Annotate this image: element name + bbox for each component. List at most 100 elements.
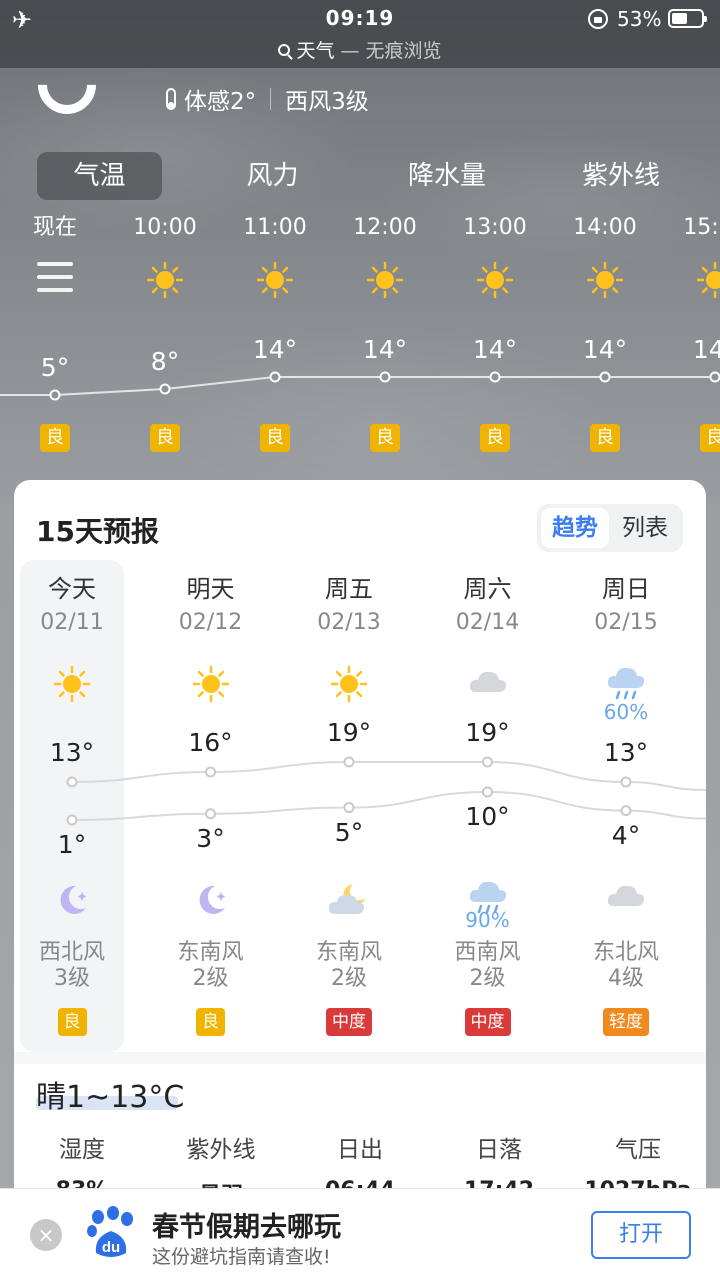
high-temp-point — [343, 756, 355, 768]
hour-column[interactable]: 12:00 14° 良 — [330, 210, 440, 452]
high-temp-point — [482, 756, 493, 768]
moon-cloud-icon — [284, 880, 414, 924]
hour-column[interactable]: 10:00 8° 良 — [110, 210, 220, 452]
aqi-badge: 良 — [196, 1008, 225, 1036]
hour-time: 12:00 — [353, 215, 417, 240]
aqi-badge: 良 — [590, 424, 620, 452]
day-column[interactable]: 周日 02/15 60% 13° 4° 东北风 4级 轻度 — [561, 572, 691, 1036]
address-bar[interactable]: 天气 — 无痕浏览 — [0, 36, 720, 63]
sun-icon — [146, 261, 184, 302]
aqi-badge-wrap: 轻度 — [561, 1008, 691, 1036]
stat-label: 气压 — [615, 1137, 661, 1163]
hour-temperature: 14° — [472, 335, 518, 364]
moon-star-icon — [146, 880, 276, 924]
tab-uv[interactable]: 紫外线 — [558, 152, 684, 200]
aqi-badge: 良 — [57, 1008, 87, 1036]
hour-temperature: 8° — [150, 347, 180, 376]
day-date: 02/15 — [594, 610, 658, 635]
baidu-logo: du — [87, 1206, 133, 1257]
wind-direction: 西南风 — [454, 940, 521, 965]
menu-icon — [37, 262, 73, 292]
aqi-badge: 良 — [700, 424, 720, 452]
low-temp: 10° — [465, 802, 510, 831]
sun-icon — [476, 261, 514, 302]
current-details: 体感2° 西风3级 — [166, 82, 369, 116]
day-date: 02/12 — [178, 610, 243, 635]
metric-tabs: 气温 风力 降水量 紫外线 — [0, 152, 720, 202]
thermometer-icon — [166, 88, 176, 110]
status-bar: ✈ 09:19 53% 天气 — 无痕浏览 — [0, 0, 720, 68]
day-name: 周五 — [325, 575, 373, 603]
hour-time: 11:00 — [243, 215, 307, 240]
aqi-badge: 良 — [260, 424, 290, 452]
hour-temperature: 14° — [362, 335, 408, 364]
wind-direction: 西北风 — [38, 940, 105, 965]
address-title: 天气 — [296, 40, 335, 62]
sun-icon — [7, 665, 137, 706]
close-icon[interactable]: × — [30, 1219, 62, 1251]
address-mode: — 无痕浏览 — [340, 40, 442, 62]
sun-icon — [696, 261, 720, 302]
tab-temperature[interactable]: 气温 — [37, 152, 162, 200]
wind-direction: 东北风 — [592, 940, 659, 965]
feels-like: 体感2° — [184, 89, 257, 115]
tab-wind[interactable]: 风力 — [210, 152, 335, 200]
hour-time: 15:00 — [683, 215, 720, 240]
aqi-badge-wrap: 良 — [146, 1008, 276, 1036]
high-temp: 13° — [603, 738, 649, 767]
day-name: 周六 — [463, 575, 512, 603]
hour-column[interactable]: 13:00 14° 良 — [440, 210, 550, 452]
high-temp: 13° — [49, 738, 95, 767]
forecast-title: 15天预报 — [36, 515, 159, 548]
cloud-icon — [561, 880, 691, 914]
ad-title: 春节假期去哪玩 — [152, 1212, 341, 1243]
hour-column[interactable]: 15:00 14° 良 — [660, 210, 720, 452]
section-divider — [14, 1052, 706, 1064]
search-icon — [278, 44, 291, 56]
cloud-icon — [423, 666, 553, 706]
day-column[interactable]: 今天 02/11 13° 1° 西北风 3级良 — [7, 572, 137, 1036]
day-name: 明天 — [186, 575, 235, 603]
open-button[interactable]: 打开 — [591, 1211, 691, 1259]
day-date: 02/14 — [455, 610, 520, 635]
low-temp-point — [205, 808, 216, 820]
day-summary: 晴1~13°C — [36, 1080, 185, 1115]
tab-precipitation[interactable]: 降水量 — [384, 152, 510, 200]
hour-column[interactable]: 11:00 14° 良 — [220, 210, 330, 452]
aqi-badge: 良 — [480, 424, 510, 452]
day-column[interactable]: 明天 02/12 16° 3° 东南风 2级良 — [146, 572, 276, 1036]
view-toggle: 趋势 列表 — [537, 504, 683, 552]
hour-column[interactable]: 14:00 14° 良 — [550, 210, 660, 452]
toggle-trend[interactable]: 趋势 — [541, 508, 609, 548]
aqi-badge: 良 — [370, 424, 400, 452]
high-temp-point — [205, 766, 216, 778]
stat-label: 日出 — [337, 1137, 383, 1163]
stat-label: 紫外线 — [186, 1137, 256, 1163]
hour-temperature: 14° — [582, 335, 628, 364]
day-column[interactable]: 周五 02/13 19° 5° 东南风 2级 中度 — [284, 572, 414, 1036]
toggle-list[interactable]: 列表 — [611, 508, 679, 548]
precip-chance: 90% — [465, 908, 510, 932]
aqi-badge: 良 — [150, 424, 180, 452]
hour-column[interactable]: 现在 5° 良 — [0, 210, 110, 452]
battery-icon — [668, 9, 707, 28]
stat-label: 日落 — [476, 1137, 522, 1163]
day-name: 周日 — [602, 575, 650, 603]
rotation-lock-icon — [588, 9, 608, 29]
sun-icon — [586, 261, 624, 302]
low-temp-line — [71, 790, 706, 821]
aqi-badge: 轻度 — [603, 1008, 649, 1036]
high-temp: 16° — [188, 728, 233, 757]
sun-icon — [256, 261, 294, 302]
aqi-badge-wrap: 良 — [7, 1008, 137, 1036]
aqi-badge-wrap: 中度 — [284, 1008, 414, 1036]
wind-level: 3级 — [54, 966, 90, 991]
stat-label: 湿度 — [59, 1137, 105, 1163]
day-date: 02/13 — [317, 610, 381, 635]
ad-banner[interactable]: × du 春节假期去哪玩 这份避坑指南请查收! 打开 — [0, 1188, 720, 1280]
high-temp: 19° — [465, 718, 510, 747]
low-temp-point — [482, 786, 493, 798]
day-column[interactable]: 周六 02/14 19° 10° 90% 西南风 2级 中度 — [423, 572, 553, 1036]
hour-time: 14:00 — [573, 215, 637, 240]
wind-level: 4级 — [608, 966, 644, 991]
